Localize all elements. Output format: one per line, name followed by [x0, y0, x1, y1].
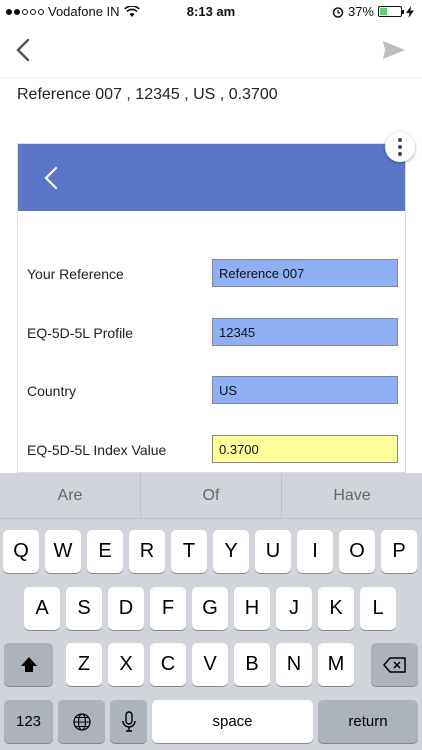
keyboard: Are Of Have QWERTYUIOP ASDFGHJKL ZXCVBNM 1…	[0, 473, 422, 750]
delete-key[interactable]	[371, 643, 418, 686]
index-value-label: EQ-5D-5L Index Value	[27, 442, 167, 458]
suggestion-2[interactable]: Of	[140, 473, 281, 518]
row-index-value: EQ-5D-5L Index Value 0.3700	[27, 435, 398, 465]
key-f[interactable]: F	[150, 587, 186, 630]
key-q[interactable]: Q	[3, 530, 39, 573]
key-l[interactable]: L	[360, 587, 396, 630]
return-key[interactable]: return	[318, 700, 418, 743]
backspace-icon	[382, 656, 406, 673]
key-x[interactable]: X	[108, 643, 144, 686]
battery-percent: 37%	[347, 4, 374, 19]
shift-key[interactable]	[4, 643, 53, 686]
suggestion-1[interactable]: Are	[0, 473, 140, 518]
key-t[interactable]: T	[171, 530, 207, 573]
row-country: Country US	[27, 376, 398, 406]
microphone-icon	[121, 710, 136, 732]
country-label: Country	[27, 383, 77, 399]
key-y[interactable]: Y	[213, 530, 249, 573]
battery-group: 37%	[332, 4, 414, 19]
status-bar: Vodafone IN 8:13 am 37%	[0, 0, 422, 24]
your-reference-label: Your Reference	[27, 266, 124, 282]
profile-field[interactable]: 12345	[212, 318, 398, 346]
key-h[interactable]: H	[234, 587, 270, 630]
key-e[interactable]: E	[87, 530, 123, 573]
numbers-key[interactable]: 123	[4, 700, 53, 743]
globe-key[interactable]	[58, 700, 105, 743]
form-card: Your Reference Reference 007 EQ-5D-5L Pr…	[17, 143, 406, 473]
key-c[interactable]: C	[150, 643, 186, 686]
suggestion-bar: Are Of Have	[0, 473, 422, 519]
key-b[interactable]: B	[234, 643, 270, 686]
send-icon[interactable]	[382, 38, 406, 62]
key-i[interactable]: I	[297, 530, 333, 573]
card-back-chevron-icon[interactable]	[42, 164, 60, 192]
row-profile: EQ-5D-5L Profile 12345	[27, 318, 398, 348]
card-header	[18, 144, 405, 211]
key-p[interactable]: P	[381, 530, 417, 573]
suggestion-3[interactable]: Have	[281, 473, 422, 518]
space-key[interactable]: space	[152, 700, 313, 743]
key-j[interactable]: J	[276, 587, 312, 630]
charging-icon	[406, 5, 414, 18]
globe-icon	[72, 712, 91, 731]
row-your-reference: Your Reference Reference 007	[27, 259, 398, 289]
battery-icon	[378, 6, 404, 17]
key-s[interactable]: S	[66, 587, 102, 630]
key-z[interactable]: Z	[66, 643, 102, 686]
alarm-icon	[332, 6, 344, 18]
your-reference-field[interactable]: Reference 007	[212, 259, 398, 287]
index-value-field[interactable]: 0.3700	[212, 435, 398, 463]
key-m[interactable]: M	[318, 643, 354, 686]
key-k[interactable]: K	[318, 587, 354, 630]
key-w[interactable]: W	[45, 530, 81, 573]
key-g[interactable]: G	[192, 587, 228, 630]
country-field[interactable]: US	[212, 376, 398, 404]
more-options-icon[interactable]	[385, 132, 415, 162]
key-n[interactable]: N	[276, 643, 312, 686]
profile-label: EQ-5D-5L Profile	[27, 325, 134, 341]
key-v[interactable]: V	[192, 643, 228, 686]
key-d[interactable]: D	[108, 587, 144, 630]
shift-icon	[20, 656, 37, 672]
key-a[interactable]: A	[24, 587, 60, 630]
key-u[interactable]: U	[255, 530, 291, 573]
nav-bar	[0, 24, 422, 78]
key-o[interactable]: O	[339, 530, 375, 573]
back-chevron-icon[interactable]	[12, 36, 34, 64]
microphone-key[interactable]	[110, 700, 147, 743]
message-subject: Reference 007 , 12345 , US , 0.3700	[17, 86, 278, 103]
key-r[interactable]: R	[129, 530, 165, 573]
